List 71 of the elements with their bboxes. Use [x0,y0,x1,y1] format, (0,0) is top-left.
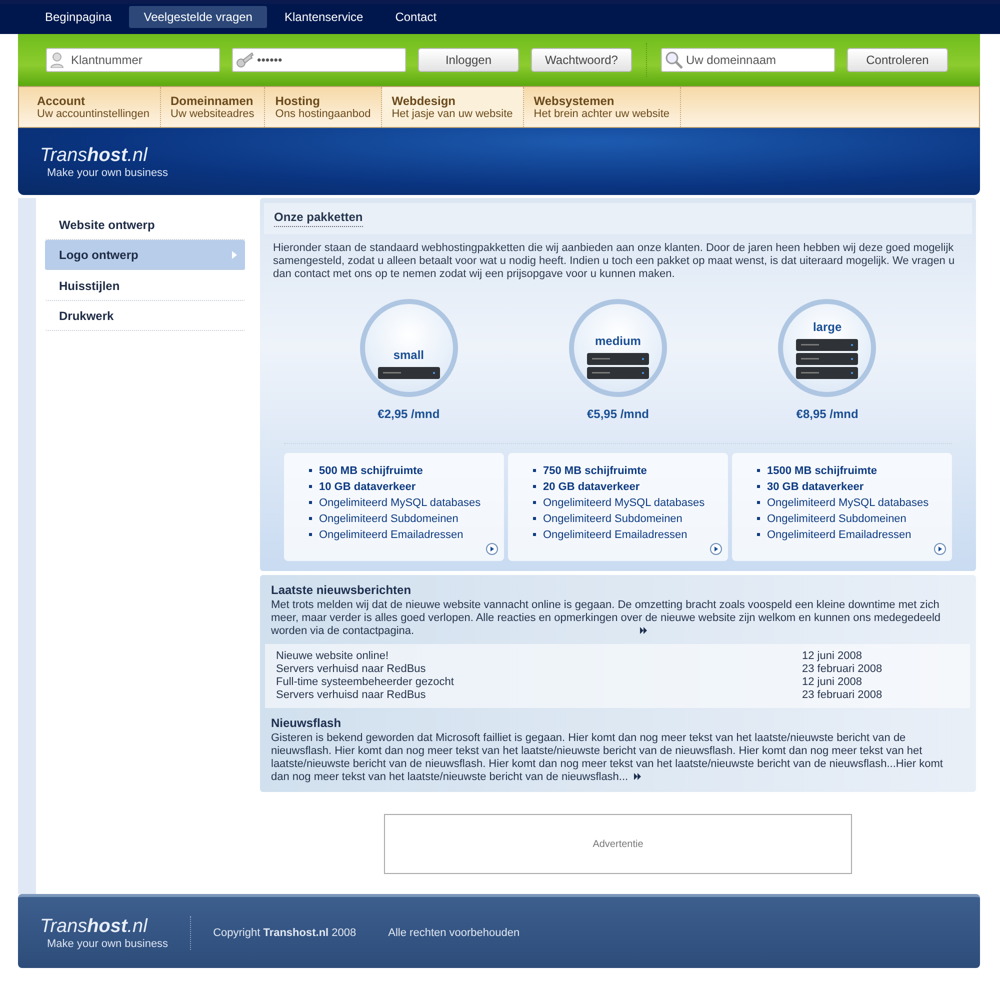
menu-item[interactable]: Account Uw accountinstellingen [27,87,161,127]
package-name: medium [594,334,641,348]
sidebar-item[interactable]: Drukwerk [45,301,245,331]
domain-field[interactable]: Uw domeinnaam [661,48,835,72]
key-icon [236,52,254,68]
news-title: Laatste nieuwsberichten [271,583,412,597]
news-item-title[interactable]: Servers verhuisd naar RedBus [276,689,426,702]
news-item-date: 23 februari 2008 [802,663,884,676]
feature-item: Ongelimiteerd MySQL databases [533,495,722,511]
search-icon [665,51,683,69]
logo: Transhost.nl [40,144,149,166]
sidebar-item[interactable]: Logo ontwerp [45,240,245,270]
chevron-icon [232,250,237,258]
tagline: Make your own business [46,166,170,178]
password-button[interactable]: Wachtwoord? [531,48,632,72]
feature-item: Ongelimiteerd Subdomeinen [757,511,946,527]
double-arrow-icon[interactable] [634,773,642,780]
feature-item: Ongelimiteerd Emailadressen [533,527,722,543]
package-price: €5,95 /mnd [586,407,649,421]
section-title: Onze pakketten [274,210,363,227]
package-name: large [812,320,842,334]
menu-item[interactable]: Websystemen Het brein achter uw website [524,87,680,127]
news-item-date: 23 februari 2008 [802,689,884,702]
user-icon [50,52,64,68]
tagline: Make your own business [46,938,168,950]
news-text: Met trots melden wij dat de nieuwe website vannacht online is gegaan. De omzetting bracht zoals voospeld een kleine downtime met zich meer, maar verder is alles goed verlopen. Alle reacties en opmerkingen over de nieuwe website zijn welkom en kunnen ons medegedeeld worden via de contactpagina. [271,599,942,638]
play-icon[interactable] [710,543,722,555]
feature-item: 750 MB schijfruimte [533,463,722,479]
feature-item: 500 MB schijfruimte [309,463,498,479]
intro-text: Hieronder staan de standaard webhostingpakketten die wij aanbieden aan onze klanten. Door de jaren heen hebben wij deze goed mogelijk samengesteld, zodat u alleen betaalt voor wat u nodig heeft. Indien u toch een pakket op maat wenst, is dat uiteraard mogelijk. We vragen u dan contact met ons op te nemen zodat wij een prijsopgave voor u kunnen maken. [273,242,956,281]
menu-item[interactable]: Webdesign Het jasje van uw website [382,87,524,127]
feature-item: 1500 MB schijfruimte [757,463,946,479]
feature-item: Ongelimiteerd MySQL databases [309,495,498,511]
feature-item: Ongelimiteerd Emailadressen [309,527,498,543]
advertisement: Advertentie [384,814,852,874]
logo: Transhost.nl [40,916,149,938]
feature-item: Ongelimiteerd Subdomeinen [309,511,498,527]
news-item-title[interactable]: Nieuwe website online! [276,650,389,663]
rights-text: Alle rechten voorbehouden [388,926,520,938]
check-button[interactable]: Controleren [847,48,948,72]
server-icon [586,352,650,382]
server-icon [376,366,441,382]
feature-item: Ongelimiteerd MySQL databases [757,495,946,511]
package-price: €8,95 /mnd [796,407,858,421]
news-item-date: 12 juni 2008 [802,676,863,689]
feature-item: 10 GB dataverkeer [309,479,498,495]
nav-tab[interactable]: Contact [380,6,452,28]
nav-tab[interactable]: Veelgestelde vragen [128,6,268,28]
newsflash-text: Gisteren is bekend geworden dat Microsoft failliet is gegaan. Hier komt dan nog meer tekst van het laatste/nieuwste bericht van de nieuwsflash. Hier komt dan nog meer tekst van het laatste/nieuwste bericht van de nieuwsflash. Hier komt dan nog meer tekst van het laatste/nieuwste bericht van de nieuwsflash. Hier komt dan nog meer tekst van het laatste/nieuwste bericht van de nieuwsflash...Hier komt dan nog meer tekst van het laatste/nieuwste bericht van de nieuwsflash... [271,732,944,784]
package-price: €2,95 /mnd [378,407,440,421]
nav-tab[interactable]: Klantenservice [269,6,378,28]
play-icon[interactable] [486,543,498,555]
feature-item: 30 GB dataverkeer [757,479,946,495]
newsflash-title: Nieuwsflash [271,716,342,730]
package-name: small [393,348,424,362]
news-item-title[interactable]: Servers verhuisd naar RedBus [276,663,426,676]
copyright-text: Copyright Transhost.nl 2008 [213,926,356,938]
nav-tab[interactable]: Beginpagina [30,6,127,28]
news-item-title[interactable]: Full-time systeembeheerder gezocht [276,676,454,689]
feature-item: Ongelimiteerd Subdomeinen [533,511,722,527]
news-item-date: 12 juni 2008 [802,650,863,663]
sidebar-item[interactable]: Huisstijlen [45,271,245,301]
feature-item: 20 GB dataverkeer [533,479,722,495]
server-icon [795,338,860,382]
double-arrow-icon[interactable] [640,627,648,634]
customer-number-field[interactable]: Klantnummer [46,48,220,72]
login-button[interactable]: Inloggen [418,48,519,72]
feature-item: Ongelimiteerd Emailadressen [757,527,946,543]
menu-item[interactable]: Domeinnamen Uw websiteadres [160,87,266,127]
password-field[interactable]: •••••• [232,48,406,72]
play-icon[interactable] [934,543,946,555]
